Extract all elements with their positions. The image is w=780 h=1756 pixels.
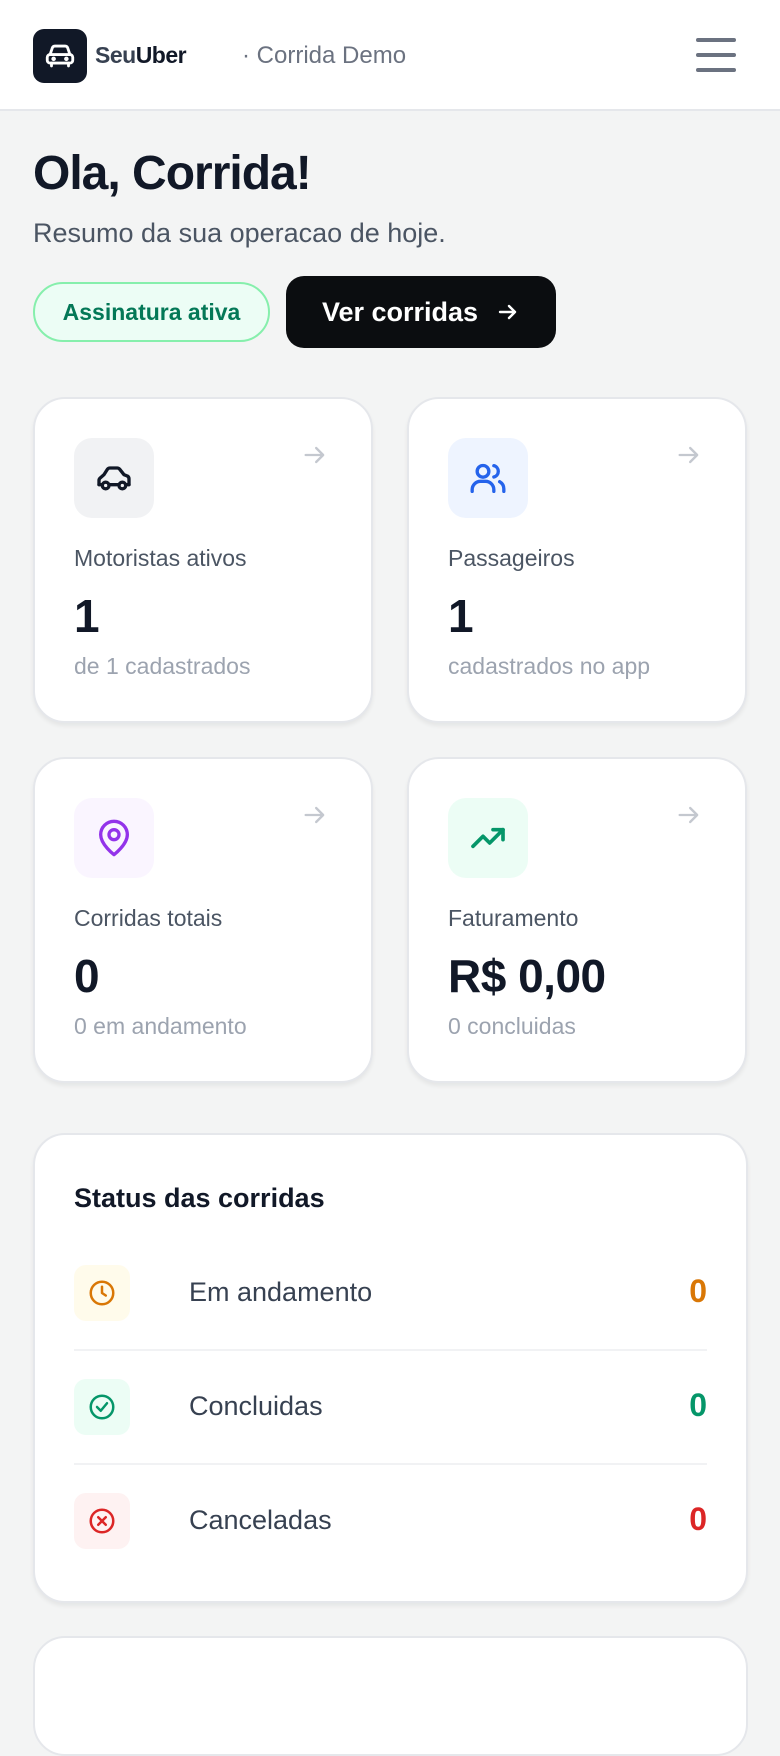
arrow-right-icon xyxy=(304,806,325,824)
stat-card-passengers[interactable]: Passageiros 1 cadastrados no app xyxy=(407,397,747,723)
stat-caption: 0 em andamento xyxy=(74,1013,247,1039)
view-rides-button[interactable]: Ver corridas xyxy=(286,276,556,348)
stat-caption: de 1 cadastrados xyxy=(74,653,251,679)
status-count: 0 xyxy=(689,1273,707,1309)
users-icon xyxy=(448,438,528,518)
arrow-right-icon xyxy=(498,304,517,320)
top-bar: SeuUber · Corrida Demo xyxy=(0,0,780,111)
panel-title: Status das corridas xyxy=(74,1183,325,1213)
brand-name[interactable]: SeuUber xyxy=(95,42,187,69)
stat-label: Faturamento xyxy=(448,905,579,931)
clock-icon xyxy=(74,1265,130,1321)
car-logo-icon[interactable] xyxy=(33,29,87,83)
tenant-name: · Corrida Demo xyxy=(242,42,407,69)
brand-prefix: Seu xyxy=(95,42,136,68)
hamburger-menu-icon[interactable] xyxy=(696,38,736,72)
ride-status-panel: Status das corridas Em andamento 0 Concl… xyxy=(33,1133,748,1603)
car-icon xyxy=(74,438,154,518)
subscription-status-badge: Assinatura ativa xyxy=(33,282,270,342)
status-label: Concluidas xyxy=(189,1391,323,1421)
trending-up-icon xyxy=(448,798,528,878)
stat-caption: 0 concluidas xyxy=(448,1013,576,1039)
stat-card-drivers[interactable]: Motoristas ativos 1 de 1 cadastrados xyxy=(33,397,373,723)
page-title: Ola, Corrida! xyxy=(33,147,312,200)
x-circle-icon xyxy=(74,1493,130,1549)
stat-label: Motoristas ativos xyxy=(74,545,247,571)
map-pin-icon xyxy=(74,798,154,878)
status-row-in-progress[interactable]: Em andamento 0 xyxy=(74,1237,707,1351)
check-circle-icon xyxy=(74,1379,130,1435)
stat-value: R$ 0,00 xyxy=(448,950,606,1002)
stat-value: 1 xyxy=(74,590,100,642)
arrow-right-icon xyxy=(304,446,325,464)
status-label: Em andamento xyxy=(189,1277,373,1307)
status-row-completed[interactable]: Concluidas 0 xyxy=(74,1351,707,1465)
view-rides-label: Ver corridas xyxy=(321,296,479,327)
stat-label: Passageiros xyxy=(448,545,575,571)
stat-card-rides[interactable]: Corridas totais 0 0 em andamento xyxy=(33,757,373,1083)
status-row-canceled[interactable]: Canceladas 0 xyxy=(74,1465,707,1579)
stat-label: Corridas totais xyxy=(74,905,223,931)
next-section-card xyxy=(33,1636,748,1756)
status-label: Canceladas xyxy=(189,1505,332,1535)
page-subtitle: Resumo da sua operacao de hoje. xyxy=(33,218,446,248)
status-count: 0 xyxy=(689,1387,707,1423)
stat-caption: cadastrados no app xyxy=(448,653,651,679)
stat-value: 1 xyxy=(448,590,474,642)
stat-card-revenue[interactable]: Faturamento R$ 0,00 0 concluidas xyxy=(407,757,747,1083)
arrow-right-icon xyxy=(678,806,699,824)
arrow-right-icon xyxy=(678,446,699,464)
stat-value: 0 xyxy=(74,950,100,1002)
status-count: 0 xyxy=(689,1501,707,1537)
brand-suffix: Uber xyxy=(135,42,187,68)
